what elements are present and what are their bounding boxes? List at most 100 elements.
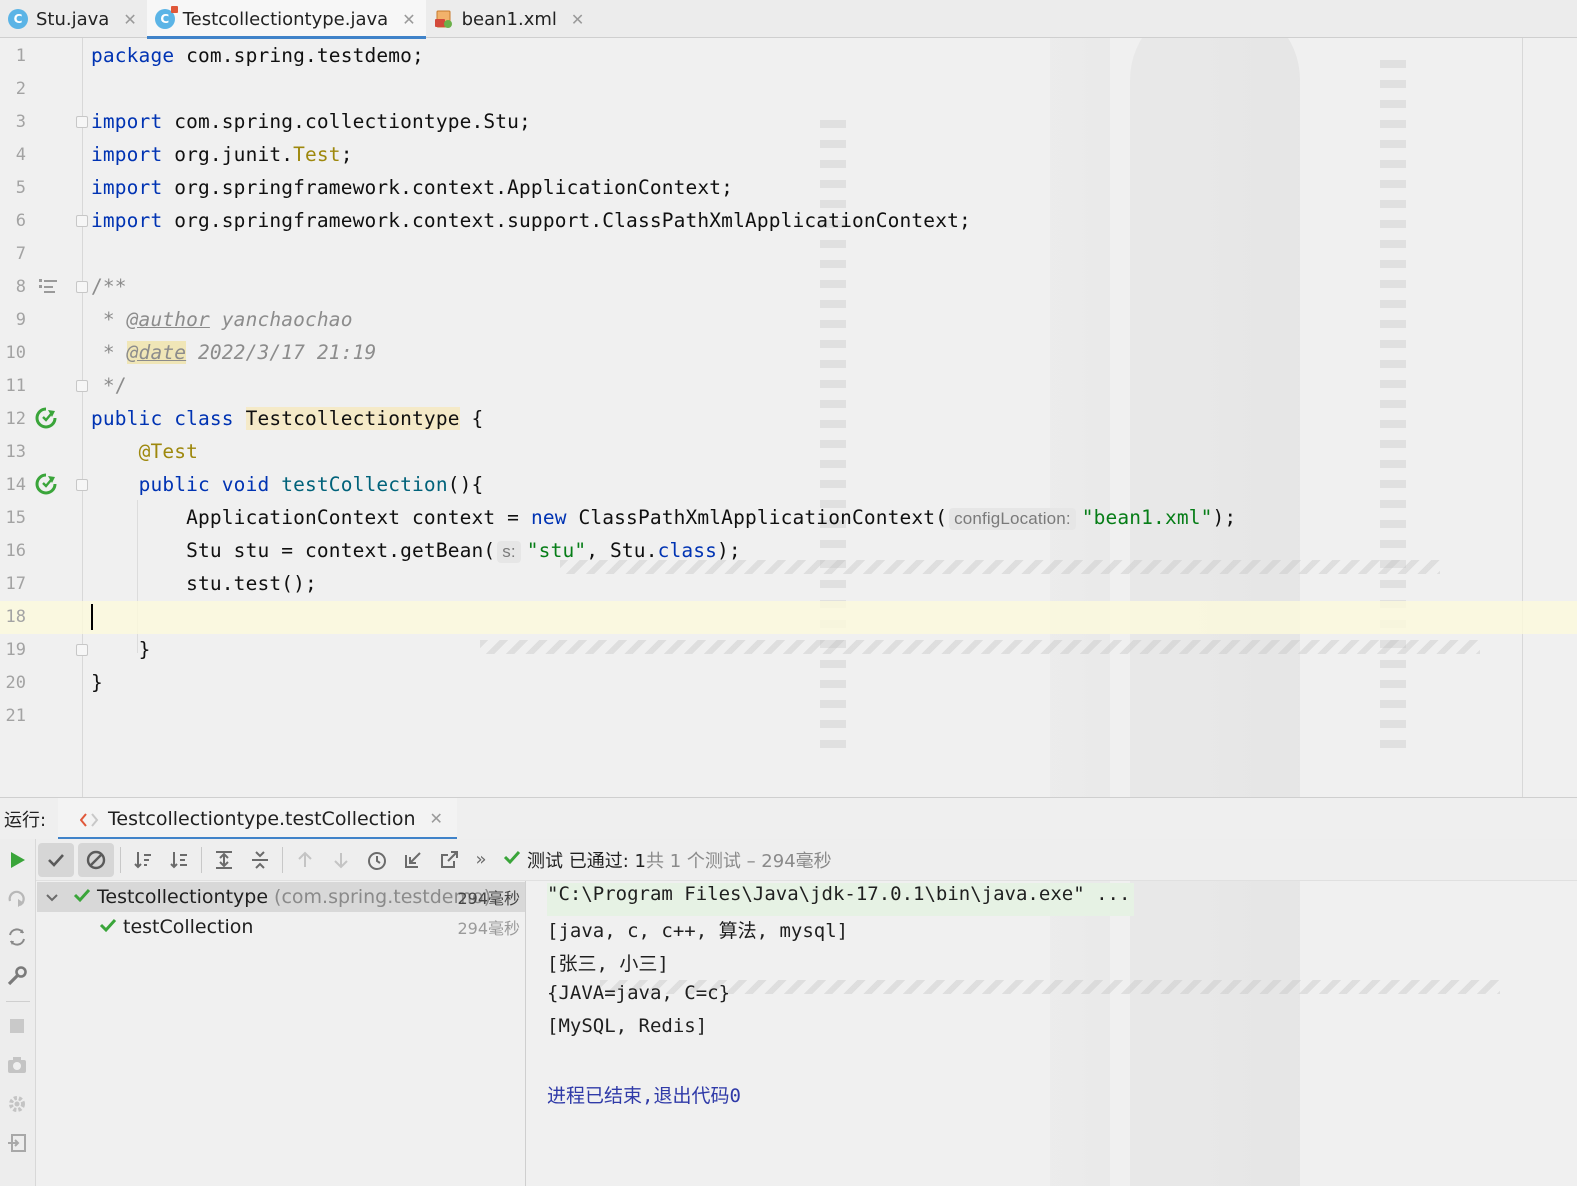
java-class-icon: C [8,9,28,29]
code-line: 1 package com.spring.testdemo; [0,40,1577,73]
fold-marker-icon[interactable] [76,644,88,656]
fold-marker-icon[interactable] [76,116,88,128]
code-line: 4 import org.junit.Test; [0,139,1577,172]
tree-row-test-class[interactable]: Testcollectiontype (com.spring.testdemo)… [37,882,526,912]
line-number: 12 [5,409,26,429]
pass-check-icon [503,848,521,871]
line-number: 10 [5,343,26,363]
status-sub-text: 共 1 个测试 – 294毫秒 [645,850,832,872]
test-results-tree: Testcollectiontype (com.spring.testdemo)… [37,881,526,1186]
panel-splitter[interactable] [525,881,526,1186]
status-main-text: 测试 已通过: 1 [527,850,646,872]
line-number: 20 [5,673,26,693]
run-label: 运行: [4,809,47,831]
current-code-line: 18 [0,601,1577,634]
previous-failed-arrow-up-icon[interactable] [287,843,323,877]
line-number: 8 [15,277,26,297]
line-number: 15 [5,508,26,528]
line-number: 4 [15,145,26,165]
toggle-auto-test-icon[interactable] [5,925,29,949]
run-tool-window-header: 运行: Testcollectiontype.testCollection ✕ [0,797,1577,840]
code-line: 12 public class Testcollectiontype { [0,403,1577,436]
line-number: 14 [5,475,26,495]
line-number: 13 [5,442,26,462]
tab-label: Stu.java [36,8,110,30]
more-actions-button[interactable]: » [467,843,495,877]
tab-label: bean1.xml [461,8,557,30]
next-failed-arrow-down-icon[interactable] [323,843,359,877]
settings-gear-icon[interactable] [5,1092,29,1116]
render-doc-icon[interactable] [38,277,58,299]
code-line: 15 ApplicationContext context = new Clas… [0,502,1577,535]
sort-by-duration-icon[interactable] [161,843,197,877]
java-test-class-icon: C [154,6,178,29]
code-line: 2 [0,73,1577,106]
sort-alphabetically-icon[interactable] [125,843,161,877]
camera-icon[interactable] [5,1053,29,1077]
test-status: 测试 已通过: 1共 1 个测试 – 294毫秒 [503,847,832,873]
show-ignored-icon[interactable] [78,842,114,877]
run-test-gutter-icon[interactable] [35,407,57,429]
line-number: 2 [15,79,26,99]
code-line: 13 @Test [0,436,1577,469]
exit-icon[interactable] [5,1131,29,1155]
code-line: 9 * @author yanchaochao [0,304,1577,337]
line-number: 3 [15,112,26,132]
code-line: 6 import org.springframework.context.sup… [0,205,1577,238]
fold-marker-icon[interactable] [76,215,88,227]
tab-testcollectiontype-java[interactable]: C Testcollectiontype.java ✕ [146,0,426,39]
code-line: 21 [0,700,1577,733]
test-runner-toolbar: » 测试 已通过: 1共 1 个测试 – 294毫秒 [36,839,1577,881]
expand-all-icon[interactable] [206,843,242,877]
close-icon[interactable]: ✕ [571,10,584,29]
run-test-gutter-icon[interactable] [35,473,57,495]
tab-label: Testcollectiontype.java [182,8,389,30]
tree-row-test-method[interactable]: testCollection 294毫秒 [37,912,526,942]
line-number: 7 [15,244,26,264]
test-history-clock-icon[interactable] [359,843,395,877]
import-tests-icon[interactable] [395,843,431,877]
parameter-hint: configLocation: [949,508,1076,530]
chevron-down-icon[interactable] [45,886,63,908]
line-number: 19 [5,640,26,660]
rerun-failed-icon[interactable] [5,886,29,910]
text-caret [91,604,93,630]
console-line: [MySQL, Redis] [547,1015,708,1037]
tree-method-name: testCollection [123,916,254,938]
rerun-play-icon[interactable] [5,848,29,872]
fold-marker-icon[interactable] [76,281,88,293]
pass-check-icon [99,916,117,939]
run-side-toolbar [0,839,36,1186]
wrench-icon[interactable] [5,964,29,988]
parameter-hint: s: [497,541,521,563]
collapse-all-icon[interactable] [242,843,278,877]
code-line: 19 } [0,634,1577,667]
console-exit-line: 进程已结束,退出代码0 [547,1085,741,1107]
line-number: 9 [15,310,26,330]
console-command-line: "C:\Program Files\Java\jdk-17.0.1\bin\ja… [547,883,1135,916]
export-results-icon[interactable] [431,843,467,877]
console-line: [java, c, c++, 算法, mysql] [547,920,849,942]
tree-class-name: Testcollectiontype [97,886,269,908]
code-line: 5 import org.springframework.context.App… [0,172,1577,205]
line-number: 18 [5,607,26,627]
close-icon[interactable]: ✕ [402,10,415,29]
line-number: 17 [5,574,26,594]
close-icon[interactable]: ✕ [123,10,136,29]
stop-icon[interactable] [5,1014,29,1038]
code-line: 14 public void testCollection(){ [0,469,1577,502]
fold-marker-icon[interactable] [76,479,88,491]
tree-duration: 294毫秒 [457,889,520,908]
fold-marker-icon[interactable] [76,380,88,392]
xml-file-icon [434,9,454,29]
show-passed-icon[interactable] [38,842,74,877]
console-line: [张三, 小三] [547,953,669,975]
tab-stu-java[interactable]: C Stu.java ✕ [0,0,147,38]
close-icon[interactable]: ✕ [430,809,443,828]
code-line: 11 */ [0,370,1577,403]
line-number: 5 [15,178,26,198]
tab-bean1-xml[interactable]: bean1.xml ✕ [426,0,595,38]
run-configuration-tab[interactable]: Testcollectiontype.testCollection ✕ [58,797,457,840]
line-number: 11 [5,376,26,396]
code-editor[interactable]: 1 package com.spring.testdemo; 2 3 impor… [0,38,1577,797]
